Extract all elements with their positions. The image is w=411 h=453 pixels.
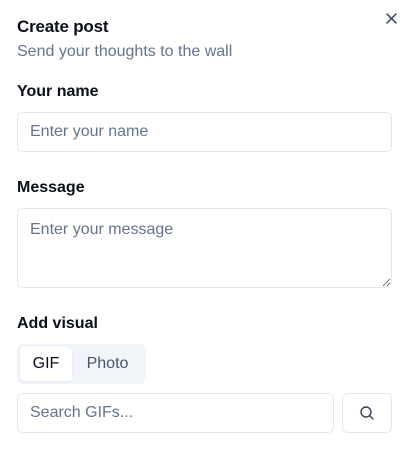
dialog-title: Create post xyxy=(17,17,109,36)
create-post-dialog: Create post Send your thoughts to the wa… xyxy=(0,0,411,453)
dialog-subtitle: Send your thoughts to the wall xyxy=(17,43,233,60)
search-gifs-input[interactable] xyxy=(17,393,334,433)
close-icon xyxy=(385,12,397,24)
close-button[interactable] xyxy=(383,10,399,26)
tab-photo[interactable]: Photo xyxy=(72,347,143,381)
name-label: Your name xyxy=(17,83,99,100)
message-textarea[interactable] xyxy=(17,208,392,288)
add-visual-label: Add visual xyxy=(17,315,98,332)
message-label: Message xyxy=(17,179,85,196)
name-input[interactable] xyxy=(17,112,392,152)
tab-gif[interactable]: GIF xyxy=(20,347,72,381)
search-button[interactable] xyxy=(342,393,392,433)
search-icon xyxy=(360,406,374,420)
visual-type-toggle: GIF Photo xyxy=(17,344,146,384)
